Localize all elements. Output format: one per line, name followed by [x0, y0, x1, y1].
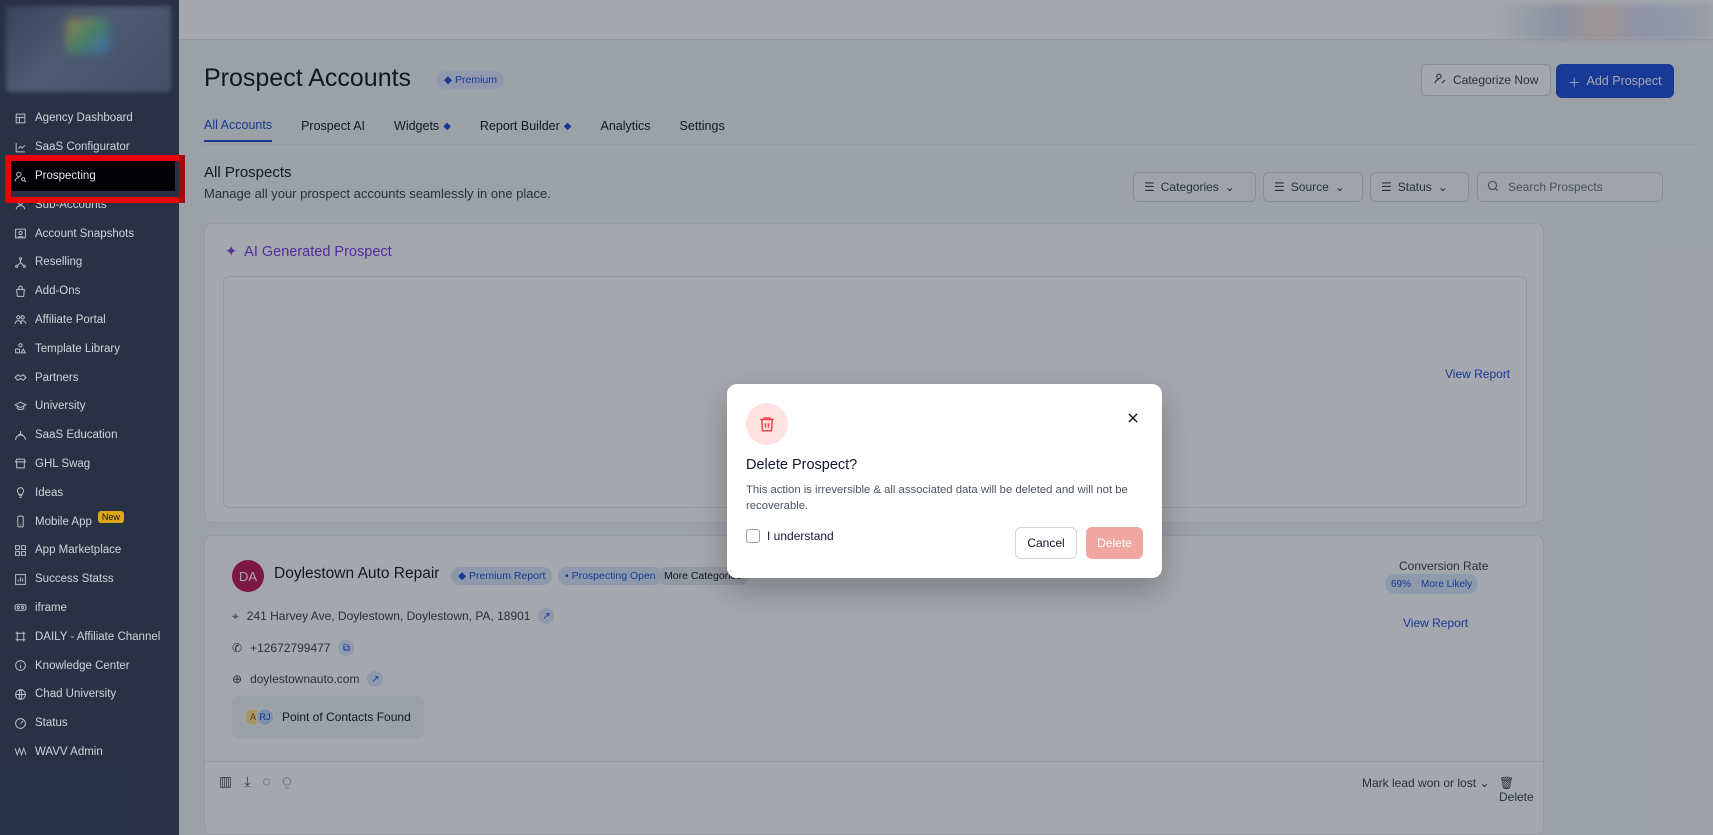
sidebar-backdrop — [0, 0, 179, 835]
delete-prospect-dialog: Delete Prospect? This action is irrevers… — [727, 384, 1162, 578]
close-icon[interactable] — [1126, 411, 1140, 425]
cancel-button[interactable]: Cancel — [1015, 527, 1077, 559]
understand-checkbox-row[interactable]: I understand — [746, 529, 834, 543]
understand-checkbox[interactable] — [746, 529, 760, 543]
dialog-title: Delete Prospect? — [746, 457, 858, 473]
trash-icon — [746, 403, 788, 445]
dialog-message: This action is irreversible & all associ… — [746, 484, 1128, 512]
checkbox-label: I understand — [767, 529, 834, 543]
delete-button[interactable]: Delete — [1086, 527, 1143, 559]
